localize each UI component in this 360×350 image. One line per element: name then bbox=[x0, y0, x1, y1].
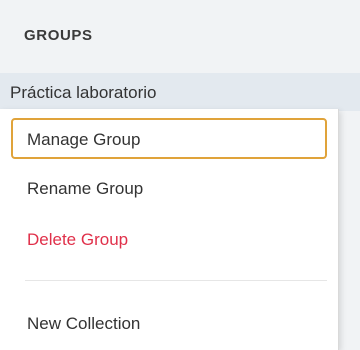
group-item-label: Práctica laboratorio bbox=[10, 83, 157, 102]
group-context-menu: Manage Group Rename Group Delete Group N… bbox=[0, 109, 339, 350]
rename-group-label: Rename Group bbox=[27, 179, 144, 198]
manage-group-menu-item[interactable]: Manage Group bbox=[11, 118, 327, 159]
menu-divider bbox=[25, 280, 327, 281]
manage-group-label: Manage Group bbox=[27, 130, 141, 149]
groups-section-header: GROUPS bbox=[24, 27, 93, 44]
new-collection-label: New Collection bbox=[27, 314, 141, 333]
new-collection-menu-item[interactable]: New Collection bbox=[0, 302, 338, 346]
group-item-practica-laboratorio[interactable]: Práctica laboratorio bbox=[0, 73, 360, 111]
delete-group-label: Delete Group bbox=[27, 230, 129, 249]
rename-group-menu-item[interactable]: Rename Group bbox=[0, 167, 338, 211]
delete-group-menu-item[interactable]: Delete Group bbox=[0, 218, 338, 262]
